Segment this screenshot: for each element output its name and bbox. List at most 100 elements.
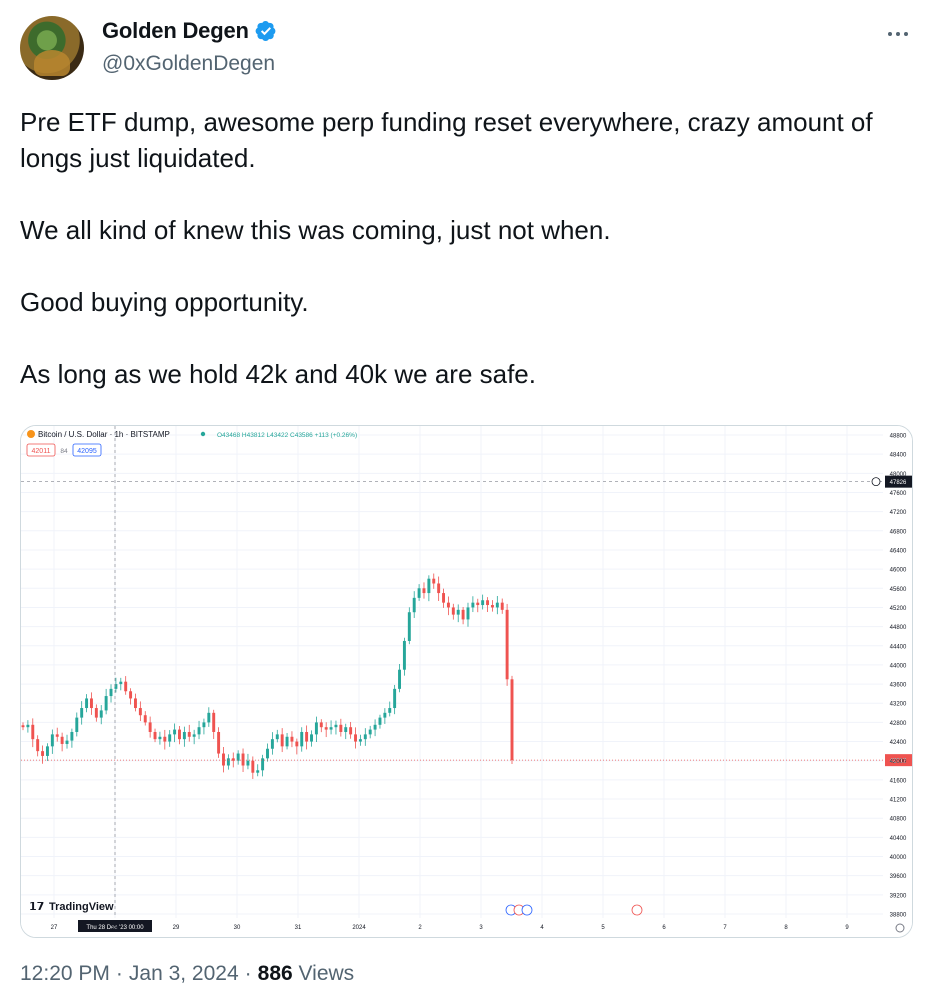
candle-body (143, 715, 147, 723)
candle-body (393, 688, 397, 709)
y-tick-label: 42800 (890, 721, 907, 727)
x-tick-label: 31 (295, 925, 302, 931)
candle-body (158, 736, 162, 740)
tweet-line: Pre ETF dump, awesome perp funding reset… (20, 107, 873, 173)
dot-icon (896, 32, 900, 36)
candle-body (119, 681, 123, 685)
candle-body (344, 727, 348, 732)
candle-body (251, 760, 255, 773)
candle-body (319, 722, 323, 728)
y-tick-label: 44400 (890, 644, 907, 650)
candle-body (55, 734, 59, 737)
tradingview-brand: TradingView (49, 901, 114, 913)
author-name[interactable]: Golden Degen (102, 18, 249, 44)
candle-body (349, 727, 353, 735)
candle-body (124, 681, 128, 692)
candle-body (280, 734, 284, 747)
candle-body (50, 734, 54, 747)
candle-body (427, 578, 431, 594)
candle-body (266, 748, 269, 759)
candle-body (310, 734, 313, 742)
candle-body (363, 734, 367, 740)
y-tick-label: 42000 (890, 759, 907, 765)
tweet-line: We all kind of knew this was coming, jus… (20, 215, 611, 245)
tweet-time[interactable]: 12:20 PM (20, 962, 110, 986)
x-tick-label: 29 (173, 925, 180, 931)
candle-body (21, 725, 25, 728)
candle-body (80, 708, 84, 718)
candle-body (466, 607, 470, 620)
candle-body (437, 583, 441, 594)
candle-body (388, 708, 392, 713)
candle-body (486, 600, 490, 606)
separator: · (244, 962, 252, 985)
candle-body (246, 760, 250, 766)
tweet-date[interactable]: Jan 3, 2024 (129, 962, 239, 986)
candle-body (65, 740, 69, 744)
x-tick-label: 27 (51, 925, 58, 931)
candle-body (422, 588, 426, 594)
y-tick-label: 43200 (890, 702, 907, 708)
spread: 84 (60, 448, 68, 455)
candle-body (402, 640, 406, 670)
avatar[interactable] (20, 16, 84, 80)
y-tick-label: 46800 (890, 529, 907, 535)
views-label: Views (298, 962, 355, 985)
candle-body (505, 609, 509, 680)
candle-body (500, 602, 504, 610)
y-tick-label: 45600 (890, 587, 907, 593)
candle-body (104, 696, 108, 711)
author-handle[interactable]: @0xGoldenDegen (102, 52, 275, 76)
candle-body (70, 731, 74, 741)
candle-body (495, 602, 499, 608)
verified-badge-icon (255, 21, 276, 41)
view-count: 886 (257, 962, 293, 985)
y-tick-label: 38800 (890, 913, 907, 919)
chart-symbol: Bitcoin / U.S. Dollar · 1h · BITSTAMP (38, 430, 170, 439)
candle-body (226, 758, 230, 766)
candle-body (89, 698, 93, 709)
candle-body (217, 731, 221, 754)
dot-icon (888, 32, 892, 36)
candle-body (490, 605, 494, 608)
candle-body (187, 731, 191, 737)
dot-icon (904, 32, 908, 36)
candle-body (236, 753, 240, 761)
y-tick-label: 48400 (890, 453, 907, 459)
candle-body (163, 736, 167, 742)
candle-body (197, 727, 201, 735)
candle-body (481, 600, 485, 606)
candle-body (138, 708, 142, 716)
candle-body (314, 722, 318, 735)
add-alert-icon (871, 477, 881, 487)
candle-body (148, 722, 152, 732)
candle-body (285, 736, 289, 747)
candle-body (295, 741, 299, 747)
y-tick-label: 46000 (890, 568, 907, 574)
tradingview-logo-icon: 𝟭𝟳 (29, 901, 44, 913)
candle-body (324, 727, 328, 730)
tweet-line: As long as we hold 42k and 40k we are sa… (20, 359, 536, 389)
candle-body (510, 679, 514, 761)
y-tick-label: 41600 (890, 778, 907, 784)
candle-body (99, 710, 103, 718)
candle-body (109, 688, 113, 697)
tweet-text: Pre ETF dump, awesome perp funding reset… (20, 104, 920, 428)
chart-image[interactable]: Thu 28 Dec '23 00:00 47826 42012 Bitcoin /… (20, 425, 913, 938)
more-options-button[interactable] (884, 24, 912, 44)
candle-body (290, 736, 294, 742)
candle-body (461, 609, 465, 620)
y-tick-label: 45200 (890, 606, 907, 612)
candle-body (222, 753, 225, 766)
candle-body (129, 691, 133, 699)
bid-price: 42011 (32, 448, 51, 455)
candle-body (60, 736, 64, 744)
candle-body (85, 698, 89, 709)
y-tick-label: 47200 (890, 510, 907, 516)
candle-body (417, 588, 421, 598)
candle-body (202, 722, 206, 728)
candle-body (241, 753, 245, 766)
y-tick-label: 40400 (890, 836, 907, 842)
candle-body (442, 593, 446, 603)
y-tick-label: 41200 (890, 798, 907, 804)
